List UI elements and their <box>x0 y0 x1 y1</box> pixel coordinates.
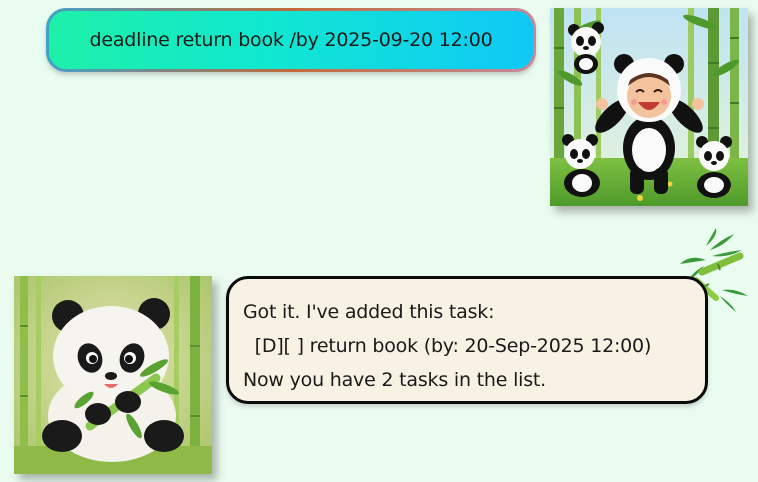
chat-window: deadline return book /by 2025-09-20 12:0… <box>0 0 758 482</box>
bot-message-line-3: Now you have 2 tasks in the list. <box>243 369 547 391</box>
bot-message-line-1: Got it. I've added this task: <box>243 301 495 323</box>
user-message-bubble: deadline return book /by 2025-09-20 12:0… <box>46 8 536 72</box>
panda-cub-image <box>14 276 212 474</box>
user-message-bubble-inner: deadline return book /by 2025-09-20 12:0… <box>49 11 533 69</box>
bot-avatar <box>14 276 212 474</box>
panda-costume-child-image <box>550 8 748 206</box>
user-message-text: deadline return book /by 2025-09-20 12:0… <box>89 29 493 51</box>
user-avatar <box>550 8 748 206</box>
bot-message-bubble: Got it. I've added this task: [D][ ] ret… <box>226 276 708 404</box>
bot-message-line-2: [D][ ] return book (by: 20-Sep-2025 12:0… <box>243 335 652 357</box>
